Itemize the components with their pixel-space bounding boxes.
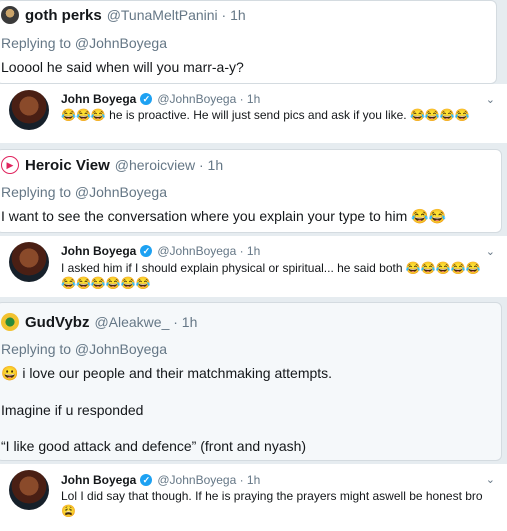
display-name[interactable]: GudVybz: [25, 314, 89, 331]
quoted-tweet-text: I want to see the conversation where you…: [1, 208, 446, 224]
avatar[interactable]: [9, 470, 49, 510]
quoted-tweet-text-line: 😀 i love our people and their matchmakin…: [1, 365, 333, 381]
avatar: ▶: [1, 156, 19, 174]
quoted-tweet-heroic-view[interactable]: ▶ Heroic View @heroicview · 1h Replying …: [0, 149, 502, 233]
chevron-down-icon[interactable]: ⌄: [486, 93, 495, 106]
tweet-john-boyega-2[interactable]: John Boyega ✓ @JohnBoyega · 1h ⌄ I asked…: [0, 236, 507, 298]
tweet-header: John Boyega ✓ @JohnBoyega · 1h: [61, 244, 260, 258]
verified-badge-icon: ✓: [140, 474, 153, 486]
display-name[interactable]: John Boyega: [61, 473, 136, 487]
username-and-time: @JohnBoyega · 1h: [157, 92, 261, 106]
chevron-down-icon[interactable]: ⌄: [486, 245, 495, 258]
avatar[interactable]: [9, 242, 49, 282]
display-name[interactable]: goth perks: [25, 7, 102, 24]
display-name[interactable]: John Boyega: [61, 244, 136, 258]
replying-to: Replying to @JohnBoyega: [1, 341, 167, 357]
username-and-time: @JohnBoyega · 1h: [157, 473, 261, 487]
quoted-tweet-header: goth perks @TunaMeltPanini · 1h: [1, 6, 246, 24]
quoted-tweet-text-line: “I like good attack and defence” (front …: [1, 438, 307, 454]
replying-to: Replying to @JohnBoyega: [1, 35, 167, 51]
quoted-tweet-goth-perks[interactable]: goth perks @TunaMeltPanini · 1h Replying…: [0, 0, 497, 84]
verified-badge-icon: ✓: [140, 245, 153, 257]
quoted-tweet-gudvybz[interactable]: GudVybz @Aleakwe_ · 1h Replying to @John…: [0, 302, 502, 461]
display-name[interactable]: Heroic View: [25, 157, 110, 174]
username-and-time: @TunaMeltPanini · 1h: [106, 7, 246, 23]
avatar[interactable]: [9, 90, 49, 130]
tweet-text: Lol I did say that though. If he is pray…: [61, 489, 483, 518]
tweet-john-boyega-3[interactable]: John Boyega ✓ @JohnBoyega · 1h ⌄ Lol I d…: [0, 464, 507, 531]
avatar: [1, 313, 19, 331]
chevron-down-icon[interactable]: ⌄: [486, 473, 495, 486]
tweet-header: John Boyega ✓ @JohnBoyega · 1h: [61, 92, 260, 106]
tweet-header: John Boyega ✓ @JohnBoyega · 1h: [61, 473, 260, 487]
display-name[interactable]: John Boyega: [61, 92, 136, 106]
quoted-tweet-header: GudVybz @Aleakwe_ · 1h: [1, 313, 197, 331]
username-and-time: @heroicview · 1h: [114, 157, 224, 173]
quoted-tweet-header: ▶ Heroic View @heroicview · 1h: [1, 156, 223, 174]
tweet-john-boyega-1[interactable]: John Boyega ✓ @JohnBoyega · 1h ⌄ 😂😂😂 he …: [0, 84, 507, 144]
tweet-text: 😂😂😂 he is proactive. He will just send p…: [61, 108, 470, 122]
verified-badge-icon: ✓: [140, 93, 153, 105]
username-and-time: @Aleakwe_ · 1h: [94, 314, 198, 330]
tweet-text: I asked him if I should explain physical…: [61, 261, 481, 290]
quoted-tweet-text: Looool he said when will you marr-a-y?: [1, 59, 244, 75]
quoted-tweet-text-line: Imagine if u responded: [1, 402, 144, 418]
username-and-time: @JohnBoyega · 1h: [157, 244, 261, 258]
avatar: [1, 6, 19, 24]
replying-to: Replying to @JohnBoyega: [1, 184, 167, 200]
